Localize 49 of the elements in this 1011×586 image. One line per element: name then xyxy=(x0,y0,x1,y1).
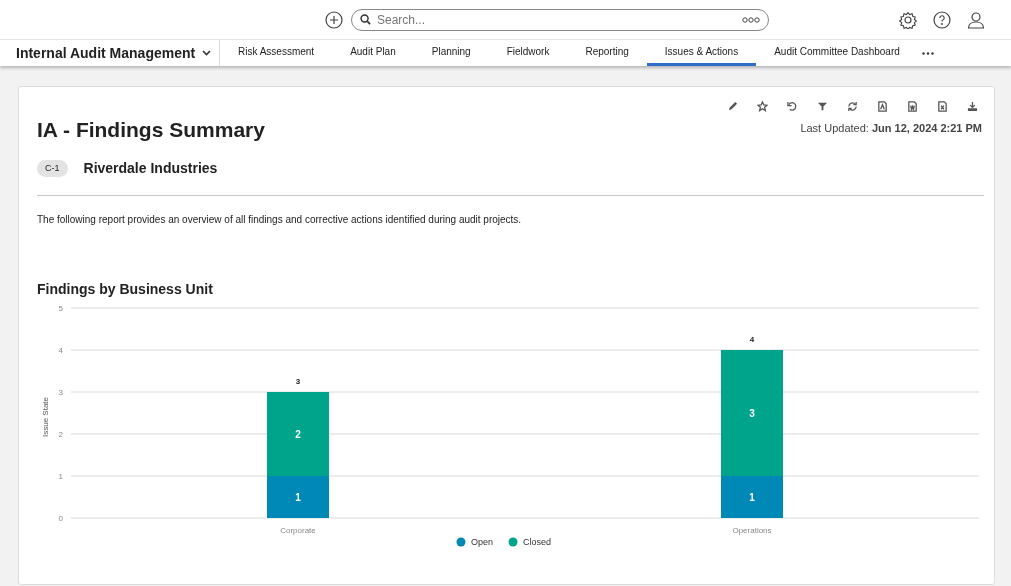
nav-tab[interactable]: Fieldwork xyxy=(488,40,568,66)
excel-file-icon[interactable] xyxy=(937,101,948,112)
nav-tab[interactable]: Reporting xyxy=(567,40,647,66)
axis-tick-label: 5 xyxy=(58,304,63,314)
search-icon xyxy=(360,14,371,25)
report-title: IA - Findings Summary xyxy=(37,117,265,143)
nav-tab[interactable]: Risk Assessment xyxy=(220,40,333,66)
chevron-down-icon xyxy=(202,50,211,56)
axis-tick-label: 0 xyxy=(58,514,63,524)
pdf-file-icon[interactable] xyxy=(877,101,888,112)
app-switcher[interactable]: Internal Audit Management xyxy=(0,40,220,66)
last-updated: Last Updated: Jun 12, 2024 2:21 PM xyxy=(800,121,982,136)
download-icon[interactable] xyxy=(967,101,978,112)
data-label: 1 xyxy=(295,491,301,503)
total-label: 3 xyxy=(295,377,301,387)
axis-tick-label: 1 xyxy=(58,472,63,482)
nav-tab[interactable]: Planning xyxy=(413,40,489,66)
chart-title: Findings by Business Unit xyxy=(37,280,214,300)
refresh-icon[interactable] xyxy=(847,101,858,112)
settings-icon[interactable] xyxy=(899,10,917,29)
entity-name: Riverdale Industries xyxy=(83,159,218,179)
axis-title: Issue State xyxy=(41,397,50,438)
nav-tab[interactable]: Audit Committee Dashboard xyxy=(756,40,918,66)
axis-tick-label: 4 xyxy=(58,346,63,356)
axis-tick-label: 3 xyxy=(58,388,63,398)
axis-tick-label: 2 xyxy=(58,430,63,440)
data-label: 1 xyxy=(749,491,755,503)
report-description: The following report provides an overview of all findings and corrective actions identified during audit projects. xyxy=(37,213,523,228)
edit-icon[interactable] xyxy=(727,101,738,112)
more-icon[interactable] xyxy=(921,51,934,55)
category-label: Corporate xyxy=(280,526,316,536)
nav-tab[interactable]: Issues & Actions xyxy=(646,40,757,66)
user-icon[interactable] xyxy=(967,10,985,29)
search-input[interactable]: Search... xyxy=(375,9,715,30)
app-title: Internal Audit Management xyxy=(16,43,196,63)
nav-tab[interactable]: Audit Plan xyxy=(332,40,414,66)
total-label: 4 xyxy=(749,335,755,345)
word-file-icon[interactable] xyxy=(907,101,918,112)
legend-label[interactable]: Open xyxy=(471,537,494,548)
legend-label[interactable]: Closed xyxy=(523,537,552,548)
data-label: 2 xyxy=(295,428,301,440)
add-icon[interactable] xyxy=(325,10,343,29)
star-icon[interactable] xyxy=(757,101,768,112)
undo-icon[interactable] xyxy=(787,101,798,112)
help-icon[interactable] xyxy=(933,10,951,29)
category-label: Operations xyxy=(732,526,772,536)
entity-badge: C-1 xyxy=(37,159,68,178)
data-label: 3 xyxy=(749,407,755,419)
filter-icon[interactable] xyxy=(817,101,828,112)
